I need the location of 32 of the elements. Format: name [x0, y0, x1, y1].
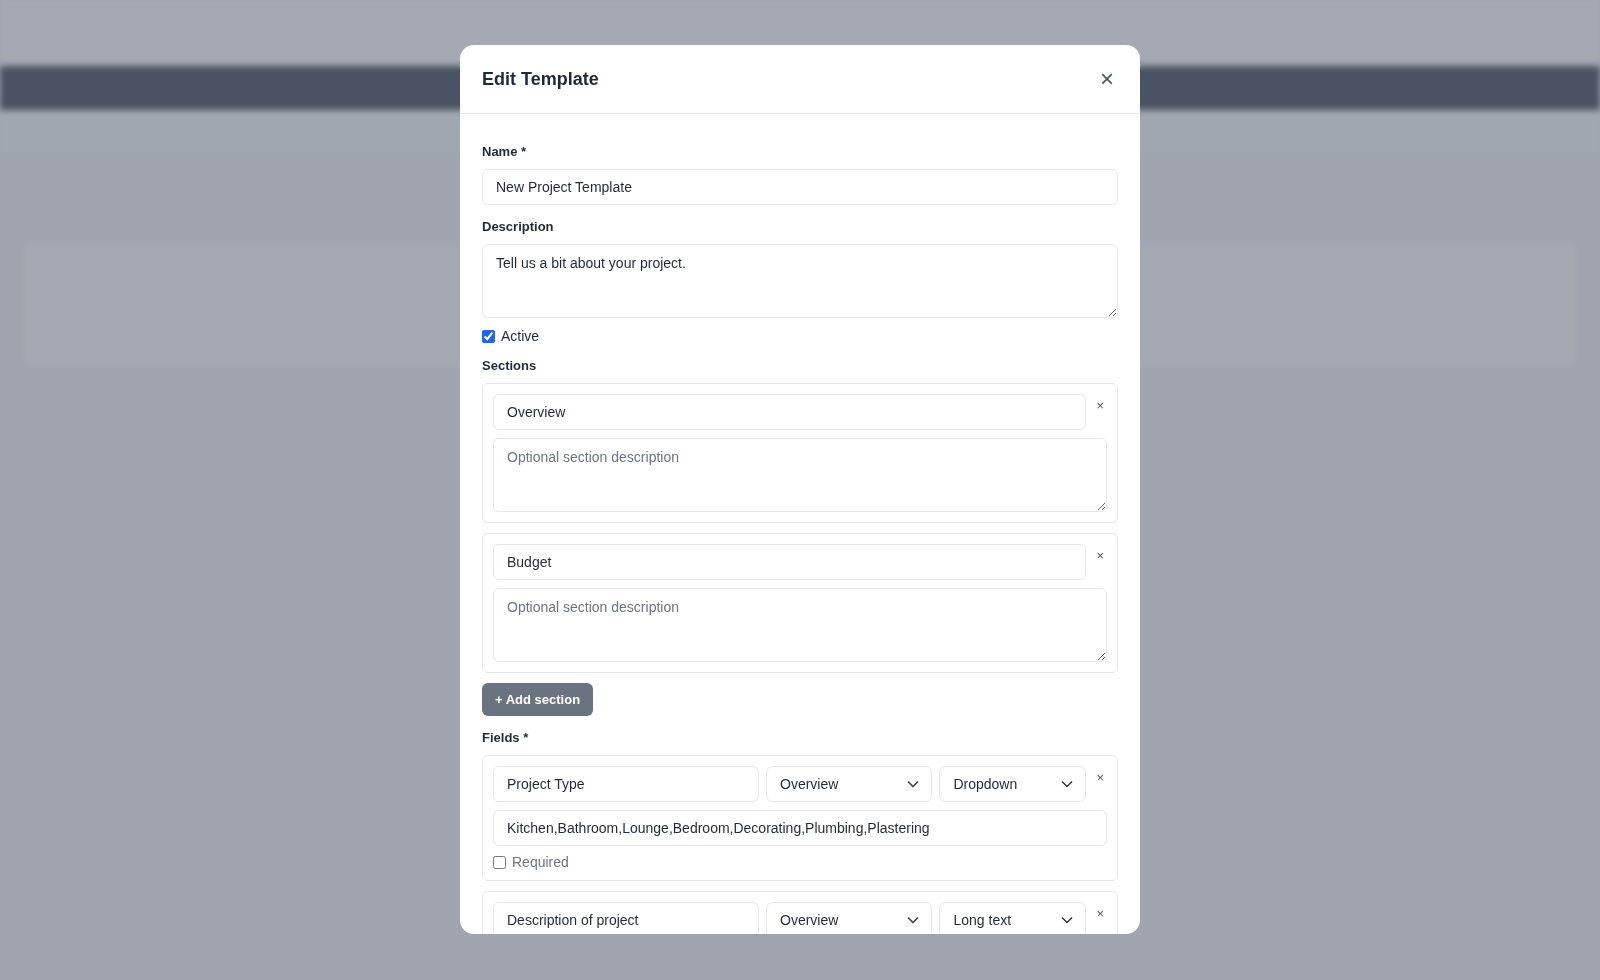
section-description-field[interactable]: Optional section description: [493, 438, 1107, 512]
add-section-button[interactable]: + Add section: [482, 683, 594, 716]
remove-button[interactable]: ×: [1093, 902, 1107, 925]
section-title-field[interactable]: Budget: [493, 544, 1087, 580]
type-select[interactable]: Long text: [939, 902, 1087, 934]
chevron-icon: [907, 780, 920, 788]
section-title-field[interactable]: Overview: [493, 394, 1087, 430]
chevron-icon: [1061, 780, 1074, 788]
field-label: Sections: [482, 358, 538, 373]
remove-button[interactable]: ×: [1093, 544, 1107, 567]
close-button[interactable]: ×: [1096, 67, 1118, 91]
field-name-field[interactable]: Description of project: [493, 902, 759, 934]
field-label: Fields *: [482, 730, 530, 745]
section-description-field[interactable]: Optional section description: [493, 588, 1107, 662]
remove-button[interactable]: ×: [1093, 766, 1107, 789]
chevron-icon: [1061, 916, 1074, 924]
remove-button[interactable]: ×: [1093, 394, 1107, 417]
active-checkbox[interactable]: [482, 329, 495, 343]
required-checkbox[interactable]: [493, 855, 506, 869]
checkbox-label: Active: [501, 328, 540, 344]
name-field[interactable]: New Project Template: [482, 169, 1118, 205]
type-select[interactable]: Dropdown: [939, 766, 1087, 802]
description-field[interactable]: Tell us a bit about your project.: [482, 244, 1118, 318]
chevron-icon: [907, 916, 920, 924]
options-field[interactable]: Kitchen,Bathroom,Lounge,Bedroom,Decorating,Plumbing,Plastering: [493, 810, 1107, 846]
field-label: Description: [482, 219, 555, 234]
field-label: Name *: [482, 144, 528, 159]
dialog-title: Edit Template: [482, 68, 599, 90]
section-select[interactable]: Overview: [766, 902, 933, 934]
section-select[interactable]: Overview: [766, 766, 933, 802]
field-name-field[interactable]: Project Type: [493, 766, 759, 802]
checkbox-label: Required: [512, 854, 569, 870]
